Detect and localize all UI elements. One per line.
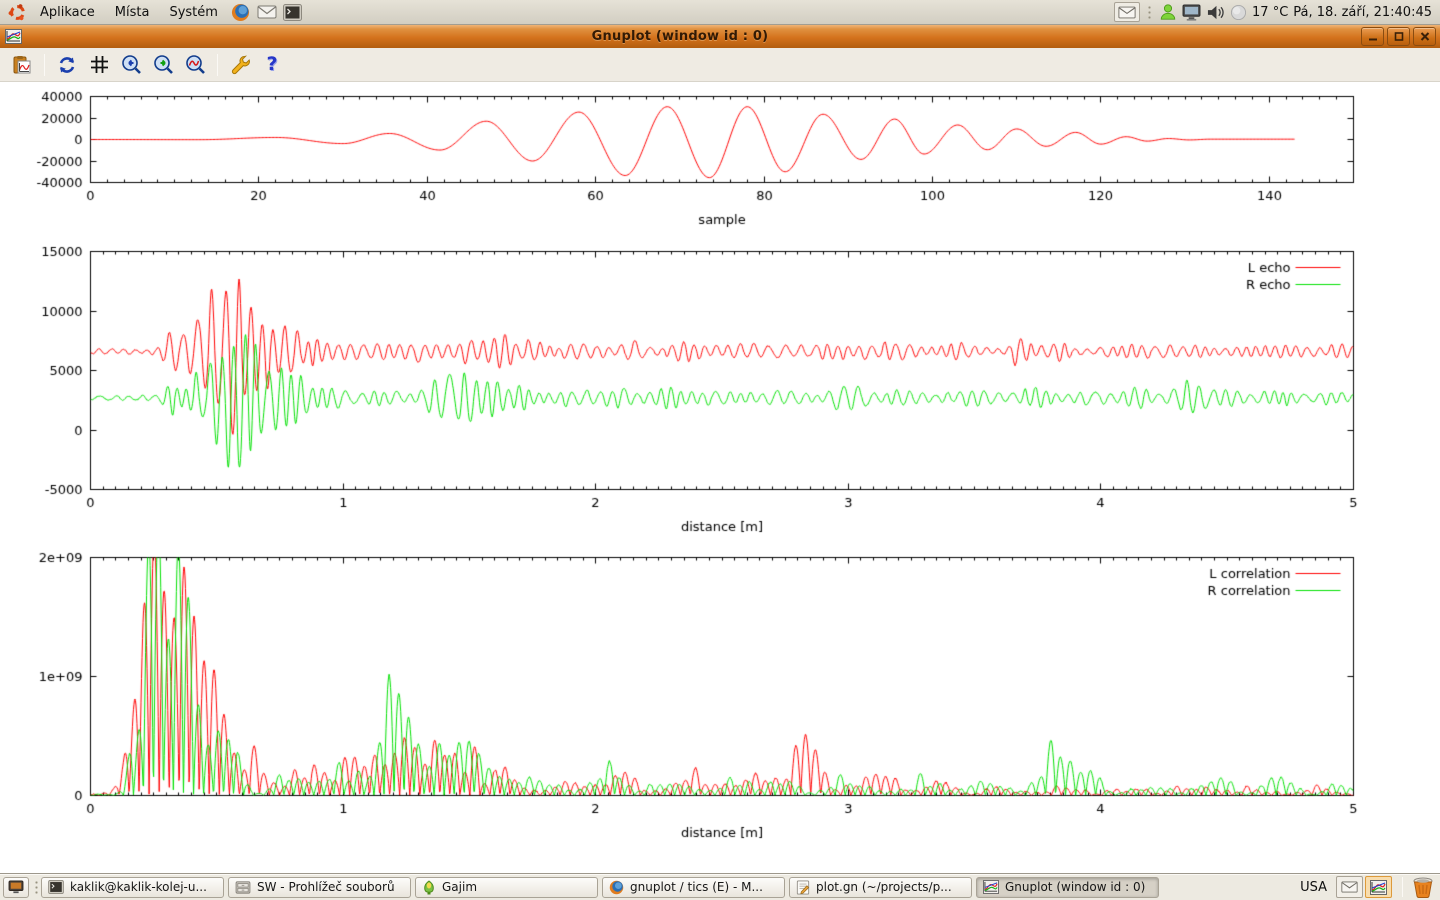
help-icon: ? — [266, 55, 277, 74]
ubuntu-logo-icon[interactable] — [5, 1, 29, 23]
file-manager-icon — [235, 881, 251, 894]
grid-button[interactable] — [85, 51, 113, 79]
correlation-chart[interactable] — [0, 548, 1440, 848]
close-button[interactable] — [1413, 27, 1436, 46]
trash-icon[interactable] — [1411, 876, 1435, 898]
firefox-launcher-icon[interactable] — [229, 1, 253, 23]
zoom-next-button[interactable] — [149, 51, 177, 79]
menu-places[interactable]: Místa — [105, 2, 160, 23]
temperature-label[interactable]: 17 °C — [1252, 5, 1288, 20]
user-switcher-icon[interactable] — [1159, 3, 1177, 21]
gajim-icon — [422, 880, 436, 895]
show-desktop-icon — [8, 880, 24, 894]
zoom-next-icon — [153, 54, 174, 75]
replot-icon — [57, 55, 77, 75]
sample-waveform-chart[interactable] — [0, 82, 1440, 237]
firefox-icon — [609, 880, 624, 895]
terminal-icon — [48, 880, 64, 894]
panel-tray: 17 °C Pá, 18. září, 21:40:45 — [1114, 2, 1436, 22]
toolbar-separator — [217, 54, 218, 76]
gnuplot-window-icon — [5, 29, 22, 44]
task-label: plot.gn (~/projects/p... — [816, 880, 965, 894]
window-titlebar[interactable]: Gnuplot (window id : 0) — [0, 25, 1440, 48]
display-settings-icon[interactable] — [1182, 4, 1201, 21]
copy-plot-icon — [12, 55, 32, 75]
task-firefox[interactable]: gnuplot / tics (E) - M... — [602, 877, 785, 898]
task-terminal[interactable]: kaklik@kaklik-kolej-u... — [41, 877, 224, 898]
gnuplot-icon — [983, 880, 999, 894]
keyboard-layout-indicator[interactable]: USA — [1300, 880, 1327, 895]
show-desktop-button[interactable] — [3, 877, 29, 898]
terminal-launcher-icon[interactable] — [281, 1, 305, 23]
task-gnuplot[interactable]: Gnuplot (window id : 0) — [976, 877, 1159, 898]
gnuplot-tray-icon[interactable] — [1365, 876, 1392, 898]
taskbar-handle — [34, 880, 39, 895]
terminal-svg — [283, 4, 302, 21]
zoom-previous-button[interactable] — [117, 51, 145, 79]
task-text-editor[interactable]: plot.gn (~/projects/p... — [789, 877, 972, 898]
envelope-svg — [257, 4, 277, 20]
volume-icon[interactable] — [1206, 4, 1225, 21]
menu-applications[interactable]: Aplikace — [30, 2, 105, 23]
wrench-icon — [230, 54, 251, 75]
mail-notifier-svg — [1118, 6, 1136, 19]
copy-plot-button[interactable] — [8, 51, 36, 79]
task-gajim[interactable]: Gajim — [415, 877, 598, 898]
configure-button[interactable] — [226, 51, 254, 79]
task-label: SW - Prohlížeč souborů — [257, 880, 404, 894]
mail-tray-icon[interactable] — [1336, 876, 1363, 898]
tray-handle — [1147, 5, 1152, 20]
replot-button[interactable] — [53, 51, 81, 79]
taskbar-separator — [1402, 877, 1403, 897]
zoom-previous-icon — [121, 54, 142, 75]
bottom-taskbar: kaklik@kaklik-kolej-u... SW - Prohlížeč … — [0, 873, 1440, 900]
display-svg — [1182, 4, 1201, 21]
text-editor-icon — [796, 880, 810, 895]
task-file-manager[interactable]: SW - Prohlížeč souborů — [228, 877, 411, 898]
maximize-button[interactable] — [1387, 27, 1410, 46]
email-launcher-icon[interactable] — [255, 1, 279, 23]
mail-notifier-icon[interactable] — [1114, 2, 1140, 22]
plot-area — [0, 82, 1440, 873]
help-button[interactable]: ? — [258, 51, 286, 79]
desktop: { "panel": { "menus": [{"label":"Aplikac… — [0, 0, 1440, 900]
autoscale-icon — [185, 54, 206, 75]
firefox-svg — [231, 3, 250, 22]
weather-icon[interactable] — [1230, 4, 1247, 21]
top-panel: Aplikace Místa Systém — [0, 0, 1440, 25]
ubuntu-logo-svg — [8, 3, 27, 22]
weather-svg — [1230, 4, 1247, 21]
clock-applet[interactable]: Pá, 18. září, 21:40:45 — [1293, 5, 1436, 20]
autoscale-button[interactable] — [181, 51, 209, 79]
echo-chart[interactable] — [0, 240, 1440, 545]
gnuplot-toolbar: ? — [0, 48, 1440, 82]
task-label: gnuplot / tics (E) - M... — [630, 880, 778, 894]
grid-icon — [90, 55, 109, 74]
volume-svg — [1206, 4, 1225, 21]
minimize-button[interactable] — [1361, 27, 1384, 46]
toolbar-separator — [44, 54, 45, 76]
menu-system[interactable]: Systém — [159, 2, 227, 23]
task-label: Gajim — [442, 880, 591, 894]
window-controls — [1358, 27, 1436, 46]
user-switcher-svg — [1159, 3, 1177, 21]
task-label: Gnuplot (window id : 0) — [1005, 880, 1152, 894]
task-label: kaklik@kaklik-kolej-u... — [70, 880, 217, 894]
window-title: Gnuplot (window id : 0) — [100, 29, 1260, 44]
